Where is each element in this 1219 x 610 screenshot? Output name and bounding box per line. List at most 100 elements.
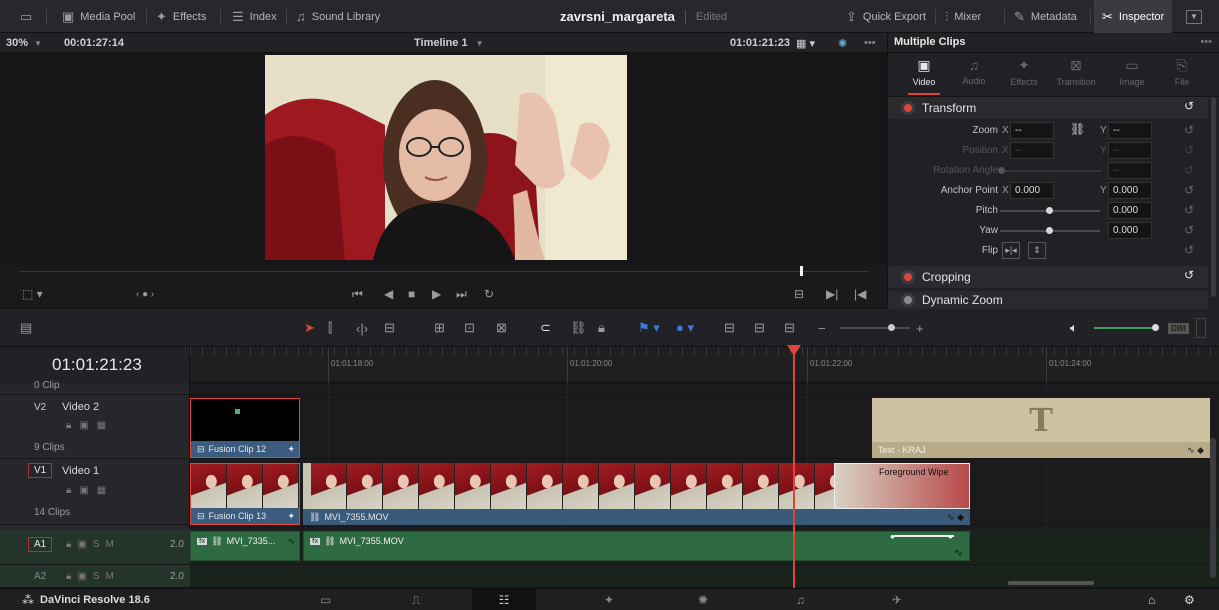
tab-effects[interactable]: ✦ Effects [1002, 57, 1046, 87]
volume-slider[interactable] [1094, 327, 1154, 329]
reset-icon[interactable]: ↺ [1184, 183, 1194, 197]
zoom-x-field[interactable]: -- [1010, 122, 1054, 139]
marker-icon[interactable]: ● ▾ [676, 309, 694, 347]
tab-video[interactable]: ▣ Video [902, 57, 946, 95]
flip-horizontal-icon[interactable]: ▸|◂ [1002, 242, 1020, 259]
track-badge[interactable]: V1 [28, 463, 53, 478]
pitch-field[interactable]: 0.000 [1108, 202, 1152, 219]
zoom-full-icon[interactable]: ⊟ [724, 309, 735, 347]
color-page-icon[interactable]: ✺ [698, 589, 708, 610]
transform-section-header[interactable]: Transform ↺ [888, 97, 1208, 119]
next-edit-icon[interactable]: ▶| [826, 279, 838, 309]
timeline-vertical-scrollbar[interactable] [1210, 438, 1216, 578]
tab-image[interactable]: ▭ Image [1110, 57, 1154, 87]
settings-gear-icon[interactable]: ⚙ [1184, 589, 1195, 610]
timeline-clip[interactable]: T Text - KRAJ ∿ ◆ [872, 398, 1210, 458]
cropping-section-header[interactable]: Cropping ↺ [888, 266, 1208, 288]
reset-icon[interactable]: ↺ [1184, 99, 1194, 113]
stop-icon[interactable]: ■ [408, 279, 415, 309]
dynamic-zoom-enable-toggle[interactable] [904, 296, 912, 304]
reset-icon[interactable]: ↺ [1184, 203, 1194, 217]
overwrite-clip-icon[interactable]: ⊡ [464, 309, 475, 347]
viewer-options-icon[interactable]: ▦ ▾ [796, 33, 815, 53]
audio-track-controls-icon[interactable]: 🔒︎▣SM [66, 571, 120, 582]
linked-selection-icon[interactable]: ⛓ [570, 309, 587, 347]
dynamic-trim-icon[interactable]: ‹|› [356, 309, 368, 347]
track-badge[interactable]: A1 [28, 537, 53, 552]
snapping-icon[interactable]: ⊂ [540, 309, 551, 347]
link-icon[interactable]: ⛓ [1070, 122, 1085, 136]
timeline-scrollbar[interactable] [1008, 581, 1094, 585]
audio-track-controls-icon[interactable]: 🔒︎▣SM [66, 539, 120, 550]
reset-icon[interactable]: ↺ [1184, 123, 1194, 137]
playhead[interactable] [793, 347, 795, 588]
timeline-clip[interactable]: ⊟ Fusion Clip 13 ✦ [190, 463, 300, 525]
timeline-ruler[interactable]: 01:01:18:00 01:01:20:00 01:01:22:00 01:0… [190, 347, 1219, 383]
audio-keyframe-line[interactable] [894, 535, 954, 537]
zoom-in-icon[interactable]: + [916, 309, 924, 347]
timeline-selector[interactable]: Timeline 1 ▼ [414, 33, 484, 53]
position-y-field[interactable]: -- [1108, 142, 1152, 159]
loop-icon[interactable]: ↻ [484, 279, 494, 309]
zoom-out-icon[interactable]: − [818, 309, 826, 347]
edit-page-icon[interactable]: ☷ [472, 589, 536, 610]
track-badge[interactable]: A2 [34, 571, 46, 582]
reset-icon[interactable]: ↺ [1184, 163, 1194, 177]
index-button[interactable]: ☰ Index [232, 0, 277, 33]
play-reverse-icon[interactable]: ◀ [384, 279, 393, 309]
track-header-a1[interactable]: A1 🔒︎▣SM 2.0 [0, 529, 190, 565]
previous-edit-icon[interactable]: |◀ [854, 279, 866, 309]
timeline-clip[interactable]: ⊟ Fusion Clip 12 ✦ [190, 398, 300, 458]
mixer-button[interactable]: ⫶ Mixer [945, 0, 981, 33]
track-header-v2[interactable]: V2 Video 2 🔒︎▣▦ 9 Clips [0, 395, 190, 459]
anchor-x-field[interactable]: 0.000 [1010, 182, 1054, 199]
insert-clip-icon[interactable]: ⊞ [434, 309, 445, 347]
anchor-y-field[interactable]: 0.000 [1108, 182, 1152, 199]
track-controls-icon[interactable]: 🔒︎▣▦ [66, 485, 114, 496]
more-options-icon[interactable]: ••• [864, 33, 876, 53]
cut-page-icon[interactable]: ⎍ [412, 589, 420, 610]
reset-icon[interactable]: ↺ [1184, 243, 1194, 257]
reset-icon[interactable]: ↺ [1184, 143, 1194, 157]
rotation-knob[interactable] [998, 167, 1005, 174]
inspector-scrollbar[interactable] [1211, 97, 1216, 297]
track-badge[interactable]: V2 [28, 400, 52, 415]
zoom-dropdown[interactable]: 30% ▼ [6, 33, 42, 53]
rotation-field[interactable]: -- [1108, 162, 1152, 179]
rotation-slider[interactable] [1002, 170, 1102, 172]
audio-keyframe[interactable]: ● [948, 532, 953, 541]
zoom-detail-icon[interactable]: ⊟ [754, 309, 765, 347]
tab-transition[interactable]: ⊠ Transition [1054, 57, 1098, 87]
zoom-y-field[interactable]: -- [1108, 122, 1152, 139]
match-frame-icon[interactable]: ⊟ [794, 279, 804, 309]
play-icon[interactable]: ▶ [432, 279, 441, 309]
cropping-enable-toggle[interactable] [904, 273, 912, 281]
transform-enable-toggle[interactable] [904, 104, 912, 112]
dynamic-zoom-section-header[interactable]: Dynamic Zoom [888, 291, 1208, 309]
audio-clip[interactable]: fx ⛓ MVI_7335... ∿ [190, 531, 300, 561]
expand-panel-button[interactable]: ▼ [1186, 0, 1202, 33]
inspector-button[interactable]: ✂ Inspector [1094, 0, 1173, 33]
audio-clip[interactable]: fx ⛓ MVI_7355.MOV ● ● ∿ [303, 531, 970, 561]
timeline-tracks[interactable]: ⊟ Fusion Clip 12 ✦ T Text - KRAJ ∿ ◆ ⊟ F… [190, 383, 1219, 588]
effects-button[interactable]: ✦ Effects [156, 0, 206, 33]
volume-knob[interactable] [1152, 324, 1159, 331]
scrubber-handle[interactable] [800, 266, 804, 276]
jog-control-icon[interactable]: ‹ ● › [136, 279, 154, 309]
viewer-mode-icon[interactable]: ⬚ ▾ [22, 279, 43, 309]
track-controls-icon[interactable]: 🔒︎▣▦ [66, 420, 114, 431]
reset-icon[interactable]: ↺ [1184, 223, 1194, 237]
workspace-icon[interactable]: ▭ [20, 0, 32, 33]
position-lock-icon[interactable]: 🔒︎ [598, 309, 605, 347]
inspector-options-icon[interactable]: ••• [1200, 36, 1212, 48]
tab-audio[interactable]: ♫ Audio [952, 57, 996, 86]
sound-library-button[interactable]: ♫ Sound Library [296, 0, 380, 33]
replace-clip-icon[interactable]: ⊠ [496, 309, 507, 347]
timeline-viewer[interactable] [0, 53, 887, 265]
trim-tool-icon[interactable]: ⫿ [328, 309, 332, 347]
tab-file[interactable]: ⎘ File [1160, 57, 1204, 87]
playhead-handle[interactable] [787, 345, 801, 356]
metadata-button[interactable]: ✎ Metadata [1014, 0, 1077, 33]
yaw-field[interactable]: 0.000 [1108, 222, 1152, 239]
zoom-custom-icon[interactable]: ⊟ [784, 309, 795, 347]
